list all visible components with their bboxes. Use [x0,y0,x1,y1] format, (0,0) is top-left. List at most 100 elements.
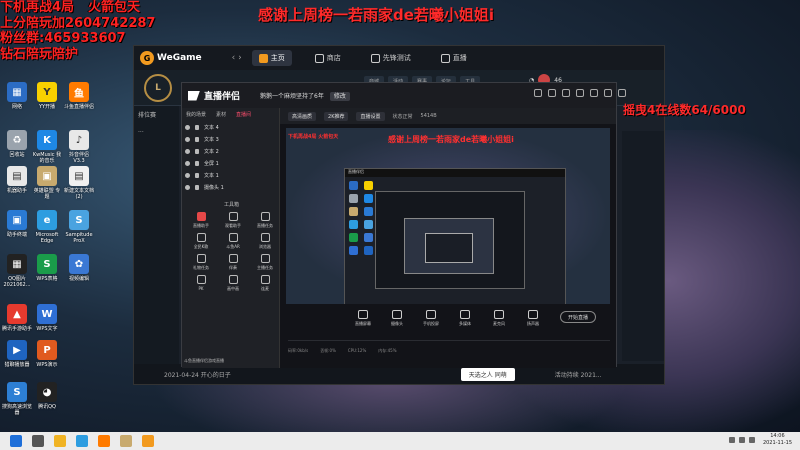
layer-item[interactable]: 摄像头 1 [182,181,279,193]
desktop-icon[interactable]: Y YY开播 [32,82,62,110]
eye-icon[interactable] [185,148,190,154]
toolbox-item[interactable]: 主播任务 [249,254,281,271]
network-icon[interactable] [728,437,735,443]
eye-icon[interactable] [185,136,190,142]
maximize-icon[interactable] [604,89,612,97]
eye-icon[interactable] [185,124,190,130]
toolbox-item[interactable]: 浏览器 [249,233,281,250]
quality-pill[interactable]: 高清画质 [288,111,317,121]
tab-live-room[interactable]: 直播间 [236,111,251,118]
tab-home[interactable]: 主页 [251,50,292,66]
resolution-pill[interactable]: 2K推荐 [324,111,349,121]
lock-icon[interactable] [195,184,199,190]
desktop-icon[interactable]: ▦ 网络 [2,82,32,110]
layer-item[interactable]: 文本 2 [182,145,279,157]
layer-item[interactable]: 全屏 1 [182,157,279,169]
capture-control[interactable]: 麦克风 [482,310,516,327]
desktop-icon[interactable]: ▤ 新建文本文档 (2) [64,166,94,200]
eye-icon[interactable] [185,160,190,166]
volume-icon[interactable] [738,437,745,443]
toolbox-item[interactable]: 斗鱼AR [217,233,249,250]
zb-main: 高清画质 2K推荐 直播设置 状态正常 5414B 下机再战4局 火箭包天 感谢… [280,108,616,368]
settings-icon[interactable] [562,89,570,97]
desktop-icon[interactable]: 鱼斗鱼直播伴侣 [64,82,94,110]
capture-control[interactable]: 手机投屏 [414,310,448,327]
settings-pill[interactable]: 直播设置 [356,111,385,121]
lock-icon[interactable] [195,148,199,154]
layer-item[interactable]: 文本 1 [182,169,279,181]
desktop-icon[interactable]: S WPS表格 [32,254,62,282]
toolbox-item[interactable]: 连麦 [249,275,281,292]
toolbox-item[interactable]: 直播任务 [249,212,281,229]
desktop-icon[interactable]: e Microsoft Edge [32,210,62,244]
tab-assets[interactable]: 素材 [216,111,226,118]
nav-arrows-icon[interactable]: ‹ › [232,53,242,63]
edit-title-button[interactable]: 修改 [329,92,350,101]
sidebar-item-more[interactable]: ... [134,123,179,138]
tab-my-scenes[interactable]: 我的场景 [186,111,206,118]
capture-control[interactable]: 摄像头 [380,310,414,327]
layer-item[interactable]: 文本 4 [182,121,279,133]
toolbox-item[interactable]: 观看助手 [217,212,249,229]
lol-icon[interactable] [120,435,132,447]
zb-stats-bar: 码率:0kb/s 丢帧:0% CPU:12% 内存:45% [288,340,610,360]
lock-icon[interactable] [195,136,199,142]
message-icon[interactable] [534,89,542,97]
eye-icon[interactable] [185,184,190,190]
desktop-icon[interactable]: ▣ 英雄联盟 专题 [32,166,62,200]
layer-item[interactable]: 文本 3 [182,133,279,145]
pioneer-icon [370,53,380,63]
stream-preview[interactable]: 下机再战4局 火箭包天 感谢上周榜一若雨家de若曦小姐姐i ▪▪▪▪ 直播伴侣 [286,128,610,304]
douyu-icon[interactable] [98,435,110,447]
toolbox-item[interactable]: 画中画 [217,275,249,292]
store-icon [314,53,324,63]
desktop-icon[interactable]: ▲ 腾讯手游助手 [2,304,32,332]
edge-icon[interactable] [76,435,88,447]
start-live-button[interactable]: 开始直播 [560,311,596,323]
toolbox-item[interactable]: 伴奏 [217,254,249,271]
toolbox-item[interactable]: 直播助手 [185,212,217,229]
wegame-icon[interactable] [142,435,154,447]
desktop-icon[interactable]: ▤ 机器助手 [2,166,32,194]
gift-icon[interactable] [548,89,556,97]
input-method-icon[interactable] [748,437,755,443]
desktop-icon[interactable]: ♪ 抖音伴侣 V3.3 [64,130,94,164]
bottom-button[interactable]: 天选之人 同萌 [460,367,515,381]
capture-control[interactable]: 多媒体 [448,310,482,327]
menu-icon[interactable] [576,89,584,97]
minimize-icon[interactable] [590,89,598,97]
desktop-icon[interactable]: ▶ 猎聊播放器 [2,340,32,368]
lock-icon[interactable] [195,124,199,130]
clock[interactable]: 14:06 2021-11-15 [763,433,792,447]
toolbox-item[interactable]: 全民K歌 [185,233,217,250]
lock-icon[interactable] [195,160,199,166]
app-icon: 鱼 [69,82,89,102]
toolbox-item[interactable]: PK [185,275,217,292]
close-icon[interactable] [618,89,626,97]
tab-store[interactable]: 商店 [308,50,348,66]
sidebar-item-ranked[interactable]: 排位赛 [134,106,179,123]
desktop-icon[interactable]: P WPS演示 [32,340,62,368]
tab-pioneer[interactable]: 先锋测试 [364,50,418,66]
desktop-icon[interactable]: ✿ 视频编辑 [64,254,94,282]
toolbox-item[interactable]: 礼物任务 [185,254,217,271]
eye-icon[interactable] [185,172,190,178]
desktop-icon[interactable]: S Sampitude ProX [64,210,94,244]
desktop-icon[interactable]: ▦ QQ图片 2021062... [2,254,32,288]
desktop-icon[interactable]: ♻ 回收站 [2,130,32,158]
desktop-icon[interactable]: K KwMusic 我的音乐 [32,130,62,164]
tab-live[interactable]: 直播 [434,50,474,66]
folder-icon[interactable] [54,435,66,447]
start-icon[interactable] [10,435,22,447]
layer-list: 文本 4 文本 3 文本 2 全屏 1 文本 1 摄像头 1 [182,121,279,193]
lock-icon[interactable] [195,172,199,178]
capture-control[interactable]: 扬声器 [516,310,550,327]
capture-control[interactable]: 直播屏幕 [346,310,380,327]
desktop-icon[interactable]: S 搜狗高速浏览器 [2,382,32,416]
mini-app-icon [349,181,358,190]
desktop-icon[interactable]: W WPS文字 [32,304,62,332]
desktop-icon[interactable]: ◕ 腾讯QQ [32,382,62,410]
desktop-icon[interactable]: ▣ 助手终端 [2,210,32,238]
search-icon[interactable] [32,435,44,447]
lol-logo[interactable]: L [144,74,172,102]
